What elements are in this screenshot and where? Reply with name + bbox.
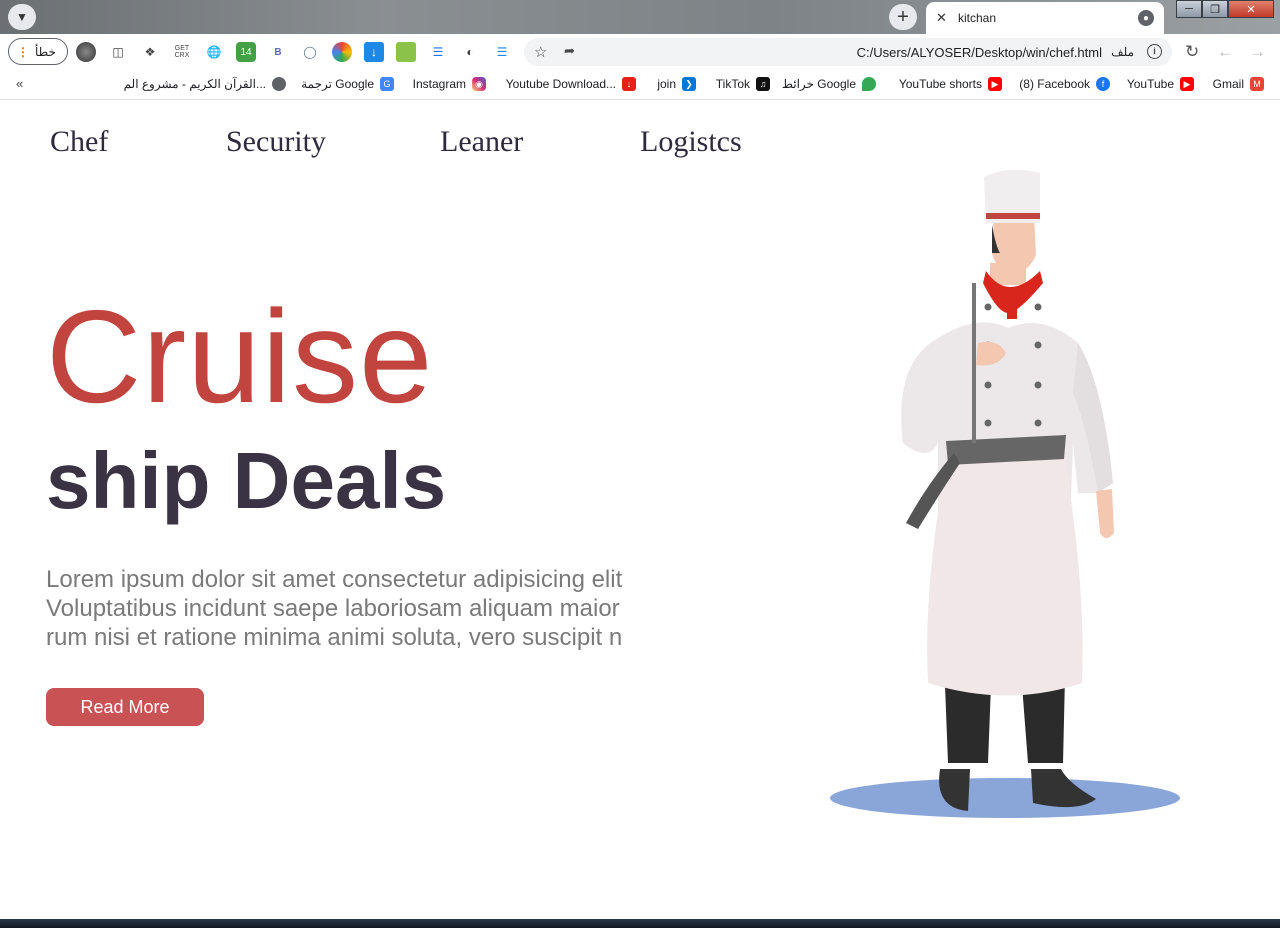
- tab-title: kitchan: [958, 11, 997, 25]
- bookmark-label: Instagram: [412, 77, 466, 91]
- browser-tab-active[interactable]: ✕ kitchan ●: [926, 2, 1164, 34]
- gmail-icon: M: [1250, 77, 1264, 91]
- hero-title: Cruise: [46, 283, 434, 430]
- get-crx-extension-icon[interactable]: GET CRX: [172, 42, 192, 62]
- bookmark-tiktok[interactable]: TikTok ♫: [716, 77, 770, 91]
- new-tab-button[interactable]: +: [889, 4, 917, 30]
- bookmark-google-translate[interactable]: ترجمة Google G: [301, 77, 394, 91]
- box-extension-icon[interactable]: [396, 42, 416, 62]
- bookmark-facebook[interactable]: (8) Facebook f: [1019, 77, 1110, 91]
- window-close-button[interactable]: ✕: [1228, 0, 1274, 18]
- translate-icon: G: [380, 77, 394, 91]
- side-panel-icon[interactable]: ◫: [108, 42, 128, 62]
- bookmark-label: join: [657, 77, 676, 91]
- chef-hand-right: [1096, 489, 1114, 538]
- bookmarks-bar: « Gmail M YouTube ▶ (8) Facebook f YouTube …: [0, 70, 1280, 100]
- youtube-icon: ▶: [988, 77, 1002, 91]
- speedometer-extension-icon[interactable]: ◐: [460, 42, 480, 62]
- extensions-puzzle-icon[interactable]: ❖: [140, 42, 160, 62]
- forward-arrow-icon[interactable]: →: [1249, 42, 1266, 62]
- bookmark-join[interactable]: join ❯: [657, 77, 696, 91]
- badge-14-extension-icon[interactable]: 14: [236, 42, 256, 62]
- maximize-button[interactable]: ❐: [1202, 0, 1228, 18]
- instagram-icon: ◉: [472, 77, 486, 91]
- bookmark-label: القرآن الكريم - مشروع الم...: [123, 77, 266, 91]
- profile-error-button[interactable]: ⋮ خطأ: [8, 38, 68, 65]
- url-text[interactable]: C:/Users/ALYOSER/Desktop/win/chef.html: [857, 45, 1102, 60]
- bookmark-label: Gmail: [1212, 77, 1244, 91]
- os-taskbar: [0, 919, 1280, 928]
- b-extension-icon[interactable]: B: [268, 42, 288, 62]
- chef-illustration: [830, 169, 1180, 818]
- chef-hat-band: [986, 213, 1040, 219]
- vscode-icon: ❯: [682, 77, 696, 91]
- bookmark-label: Youtube Download...: [505, 77, 616, 91]
- nav-link-leaner[interactable]: Leaner: [440, 125, 523, 159]
- chef-apron: [927, 448, 1083, 696]
- avatar[interactable]: [76, 42, 96, 62]
- url-scheme-label: ملف: [1111, 45, 1134, 59]
- bookmark-youtube-shorts[interactable]: YouTube shorts ▶: [899, 77, 1002, 91]
- shield-extension-icon[interactable]: ◯: [300, 42, 320, 62]
- nav-link-logistcs[interactable]: Logistcs: [640, 125, 742, 159]
- tiktok-icon: ♫: [756, 77, 770, 91]
- share-icon[interactable]: ➦: [564, 43, 575, 59]
- floor-shadow: [830, 778, 1180, 818]
- web-page: Chef Security Leaner Logistcs Cruise shi…: [0, 101, 1280, 919]
- facebook-icon: f: [1096, 77, 1110, 91]
- site-info-icon[interactable]: i: [1147, 44, 1162, 59]
- more-vertical-icon: ⋮: [17, 44, 29, 59]
- scarf-knot: [1007, 303, 1017, 319]
- chevron-down-icon: ▼: [16, 10, 28, 24]
- hero-description-line: Voluptatibus incidunt saepe laboriosam a…: [46, 595, 620, 622]
- hero-description-line: rum nisi et ratione minima animi soluta,…: [46, 624, 623, 651]
- list-extension-icon[interactable]: ☰: [492, 42, 512, 62]
- bookmark-label: ترجمة Google: [301, 77, 374, 91]
- tab-search-button[interactable]: ▼: [8, 4, 36, 30]
- address-bar[interactable]: ☆ ➦ C:/Users/ALYOSER/Desktop/win/chef.ht…: [524, 38, 1172, 66]
- nav-link-chef[interactable]: Chef: [50, 125, 108, 159]
- youtube-icon: ▶: [1180, 77, 1194, 91]
- maps-icon: [862, 77, 876, 91]
- translate-extension-icon[interactable]: ☰: [428, 42, 448, 62]
- plus-icon: +: [897, 5, 909, 28]
- close-icon[interactable]: ✕: [936, 10, 952, 26]
- download-icon: ↓: [622, 77, 636, 91]
- profile-error-label: خطأ: [35, 44, 56, 59]
- read-more-button[interactable]: Read More: [46, 688, 204, 726]
- bookmark-quran[interactable]: القرآن الكريم - مشروع الم...: [124, 77, 286, 91]
- bookmark-label: (8) Facebook: [1019, 77, 1090, 91]
- globe-icon: ●: [1138, 10, 1154, 26]
- window-controls: ─ ❐ ✕: [1176, 0, 1274, 18]
- bookmark-google-maps[interactable]: خرائط Google: [782, 77, 876, 91]
- bookmark-label: خرائط Google: [781, 77, 856, 91]
- hero-description-line: Lorem ipsum dolor sit amet consectetur a…: [46, 566, 623, 593]
- bookmark-youtube[interactable]: YouTube ▶: [1127, 77, 1194, 91]
- globe-extension-icon[interactable]: 🌐: [204, 42, 224, 62]
- chef-face: [992, 215, 1036, 273]
- nav-link-security[interactable]: Security: [226, 125, 326, 159]
- browser-title-bar: ▼ + ✕ kitchan ● ─ ❐ ✕: [0, 0, 1280, 34]
- browser-toolbar: ⋮ خطأ ◫ ❖ GET CRX 🌐 14 B ◯ ↓ ☰ ◐ ☰ ☆ ➦ C…: [0, 34, 1280, 70]
- download-extension-icon[interactable]: ↓: [364, 42, 384, 62]
- bookmark-label: YouTube: [1126, 77, 1174, 91]
- hero-subtitle: ship Deals: [46, 436, 447, 525]
- bookmark-star-icon[interactable]: ☆: [534, 43, 547, 61]
- minimize-button[interactable]: ─: [1176, 0, 1202, 18]
- color-picker-extension-icon[interactable]: [332, 42, 352, 62]
- back-arrow-icon[interactable]: ←: [1217, 42, 1234, 62]
- bookmark-label: TikTok: [715, 77, 750, 91]
- bookmark-instagram[interactable]: Instagram ◉: [413, 77, 486, 91]
- bookmark-youtube-download[interactable]: Youtube Download... ↓: [506, 77, 636, 91]
- reload-icon[interactable]: ↻: [1185, 42, 1199, 62]
- globe-icon: [272, 77, 286, 91]
- bookmarks-overflow-icon[interactable]: «: [16, 76, 23, 91]
- bookmark-label: YouTube shorts: [898, 77, 982, 91]
- bookmark-gmail[interactable]: Gmail M: [1213, 77, 1264, 91]
- hero-description: Lorem ipsum dolor sit amet consectetur a…: [46, 565, 648, 655]
